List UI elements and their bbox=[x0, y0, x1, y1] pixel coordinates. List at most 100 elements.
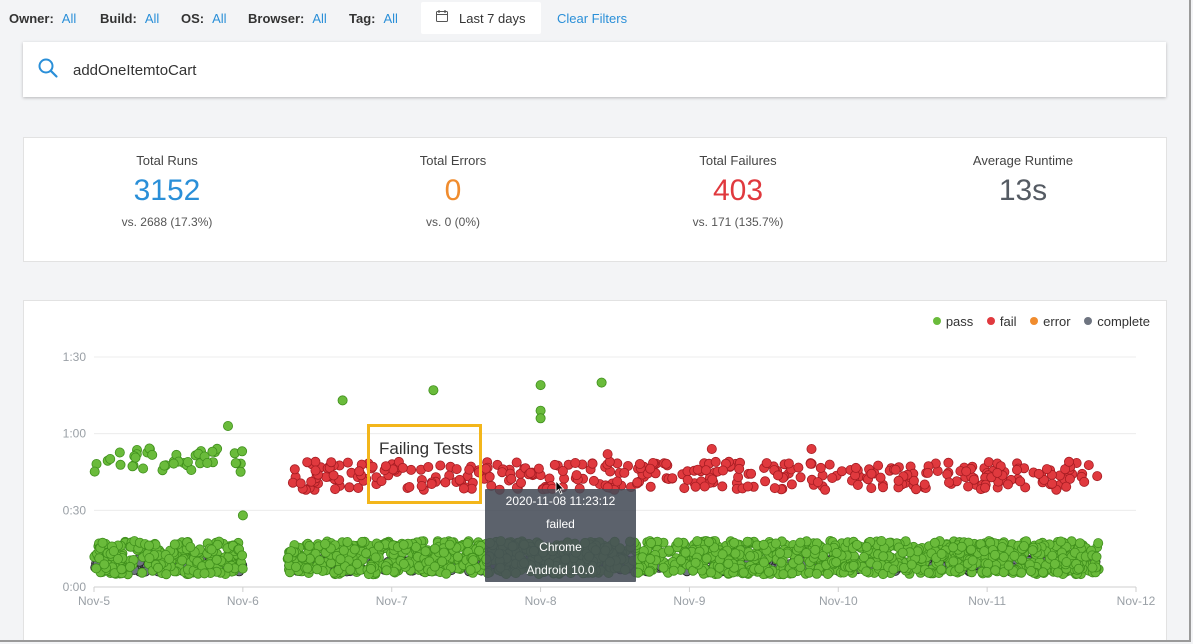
legend-error[interactable]: error bbox=[1030, 314, 1071, 329]
data-point-pass bbox=[801, 548, 812, 559]
data-point-pass bbox=[237, 446, 248, 457]
data-point-fail bbox=[1061, 481, 1072, 492]
data-point-pass bbox=[852, 539, 863, 550]
data-point-pass bbox=[729, 537, 740, 548]
data-point-fail bbox=[992, 467, 1003, 478]
data-point-pass bbox=[177, 555, 188, 566]
calendar-icon bbox=[436, 10, 448, 22]
app-frame: Owner: All Build: All OS: All Browser: All T… bbox=[0, 0, 1191, 642]
data-point-fail bbox=[1079, 476, 1090, 487]
data-point-fail bbox=[718, 465, 729, 476]
data-point-fail bbox=[806, 443, 817, 454]
filter-browser-value[interactable]: All bbox=[312, 11, 326, 26]
legend-complete-swatch bbox=[1084, 317, 1093, 325]
stat-total-runs: Total Runs 3152 vs. 2688 (17.3%) bbox=[24, 138, 310, 229]
data-point-fail bbox=[761, 458, 772, 469]
filter-build-value[interactable]: All bbox=[145, 11, 159, 26]
data-point-pass bbox=[164, 553, 175, 564]
data-point-pass bbox=[365, 563, 376, 574]
legend-complete[interactable]: complete bbox=[1084, 314, 1150, 329]
data-point-pass bbox=[859, 552, 870, 563]
data-point-fail bbox=[980, 482, 991, 493]
filter-bar: Owner: All Build: All OS: All Browser: All T… bbox=[0, 0, 1189, 36]
filter-owner-value[interactable]: All bbox=[62, 11, 76, 26]
legend-fail[interactable]: fail bbox=[986, 314, 1017, 329]
data-point-pass bbox=[465, 564, 476, 575]
data-point-fail bbox=[511, 457, 522, 468]
data-point-pass bbox=[906, 559, 917, 570]
data-point-pass bbox=[888, 564, 899, 575]
data-point-fail bbox=[866, 468, 877, 479]
failing-tests-label: Failing Tests bbox=[379, 439, 474, 458]
data-point-fail bbox=[570, 457, 581, 468]
data-point-pass bbox=[1003, 560, 1014, 571]
data-point-fail bbox=[815, 462, 826, 473]
legend-pass[interactable]: pass bbox=[932, 314, 973, 329]
data-point-pass bbox=[1019, 541, 1030, 552]
data-point-pass bbox=[810, 544, 821, 555]
data-point-pass bbox=[441, 568, 452, 579]
data-point-pass bbox=[923, 567, 934, 578]
data-point-pass bbox=[1049, 558, 1060, 569]
search-icon[interactable] bbox=[37, 57, 59, 79]
stat-average-runtime-value: 13s bbox=[998, 174, 1048, 207]
mouse-cursor-icon bbox=[555, 481, 565, 495]
data-point-pass bbox=[428, 385, 439, 396]
search-input[interactable] bbox=[73, 62, 973, 79]
data-point-pass bbox=[237, 563, 248, 574]
data-point-pass bbox=[211, 554, 222, 565]
data-point-fail bbox=[328, 470, 339, 481]
data-point-pass bbox=[161, 569, 172, 580]
data-point-pass bbox=[1027, 545, 1038, 556]
data-point-fail bbox=[682, 474, 693, 485]
data-point-pass bbox=[795, 537, 806, 548]
data-point-pass bbox=[108, 546, 119, 557]
data-point-fail bbox=[820, 484, 831, 495]
date-range-button[interactable]: Last 7 days bbox=[421, 2, 541, 34]
x-tick-label: Nov-5 bbox=[78, 594, 110, 608]
data-point-fail bbox=[549, 459, 560, 470]
data-point-pass bbox=[758, 539, 769, 550]
data-point-fail bbox=[645, 481, 656, 492]
data-point-pass bbox=[153, 562, 164, 573]
data-point-pass bbox=[948, 542, 959, 553]
data-point-fail bbox=[706, 443, 717, 454]
data-point-pass bbox=[202, 457, 213, 468]
filter-os-value[interactable]: All bbox=[212, 11, 226, 26]
x-tick-label: Nov-11 bbox=[968, 594, 1006, 608]
data-point-pass bbox=[956, 541, 967, 552]
data-point-pass bbox=[1075, 538, 1086, 549]
data-point-fail bbox=[783, 458, 794, 469]
data-point-pass bbox=[420, 546, 431, 557]
data-point-pass bbox=[759, 557, 770, 568]
data-point-pass bbox=[159, 460, 170, 471]
data-point-fail bbox=[866, 483, 877, 494]
data-point-fail bbox=[353, 482, 364, 493]
chart-svg[interactable]: 0:00 0:30 1:00 1:30 Nov-5 Nov-6 Nov-7 Nov-8 Nov-… bbox=[24, 301, 1166, 641]
data-point-fail bbox=[717, 481, 728, 492]
data-point-fail bbox=[827, 472, 838, 483]
data-point-pass bbox=[199, 568, 210, 579]
data-point-pass bbox=[237, 550, 248, 561]
filter-tag-value[interactable]: All bbox=[383, 11, 397, 26]
stat-average-runtime-title: Average Runtime bbox=[972, 153, 1074, 168]
data-point-pass bbox=[168, 458, 179, 469]
x-tick-label: Nov-6 bbox=[227, 594, 259, 608]
data-point-pass bbox=[1026, 565, 1037, 576]
data-point-pass bbox=[1073, 563, 1084, 574]
data-point-pass bbox=[793, 554, 804, 565]
data-point-pass bbox=[897, 547, 908, 558]
clear-filters-link[interactable]: Clear Filters bbox=[557, 11, 627, 26]
data-point-pass bbox=[775, 548, 786, 559]
data-point-fail bbox=[961, 466, 972, 477]
data-point-pass bbox=[831, 557, 842, 568]
data-point-pass bbox=[878, 551, 889, 562]
data-point-pass bbox=[990, 565, 1001, 576]
data-point-pass bbox=[1091, 551, 1102, 562]
data-point-fail bbox=[893, 475, 904, 486]
stat-total-errors: Total Errors 0 vs. 0 (0%) bbox=[310, 138, 596, 229]
data-point-fail bbox=[793, 462, 804, 473]
data-point-pass bbox=[929, 537, 940, 548]
data-point-fail bbox=[1012, 464, 1023, 475]
x-tick-label: Nov-8 bbox=[525, 594, 557, 608]
